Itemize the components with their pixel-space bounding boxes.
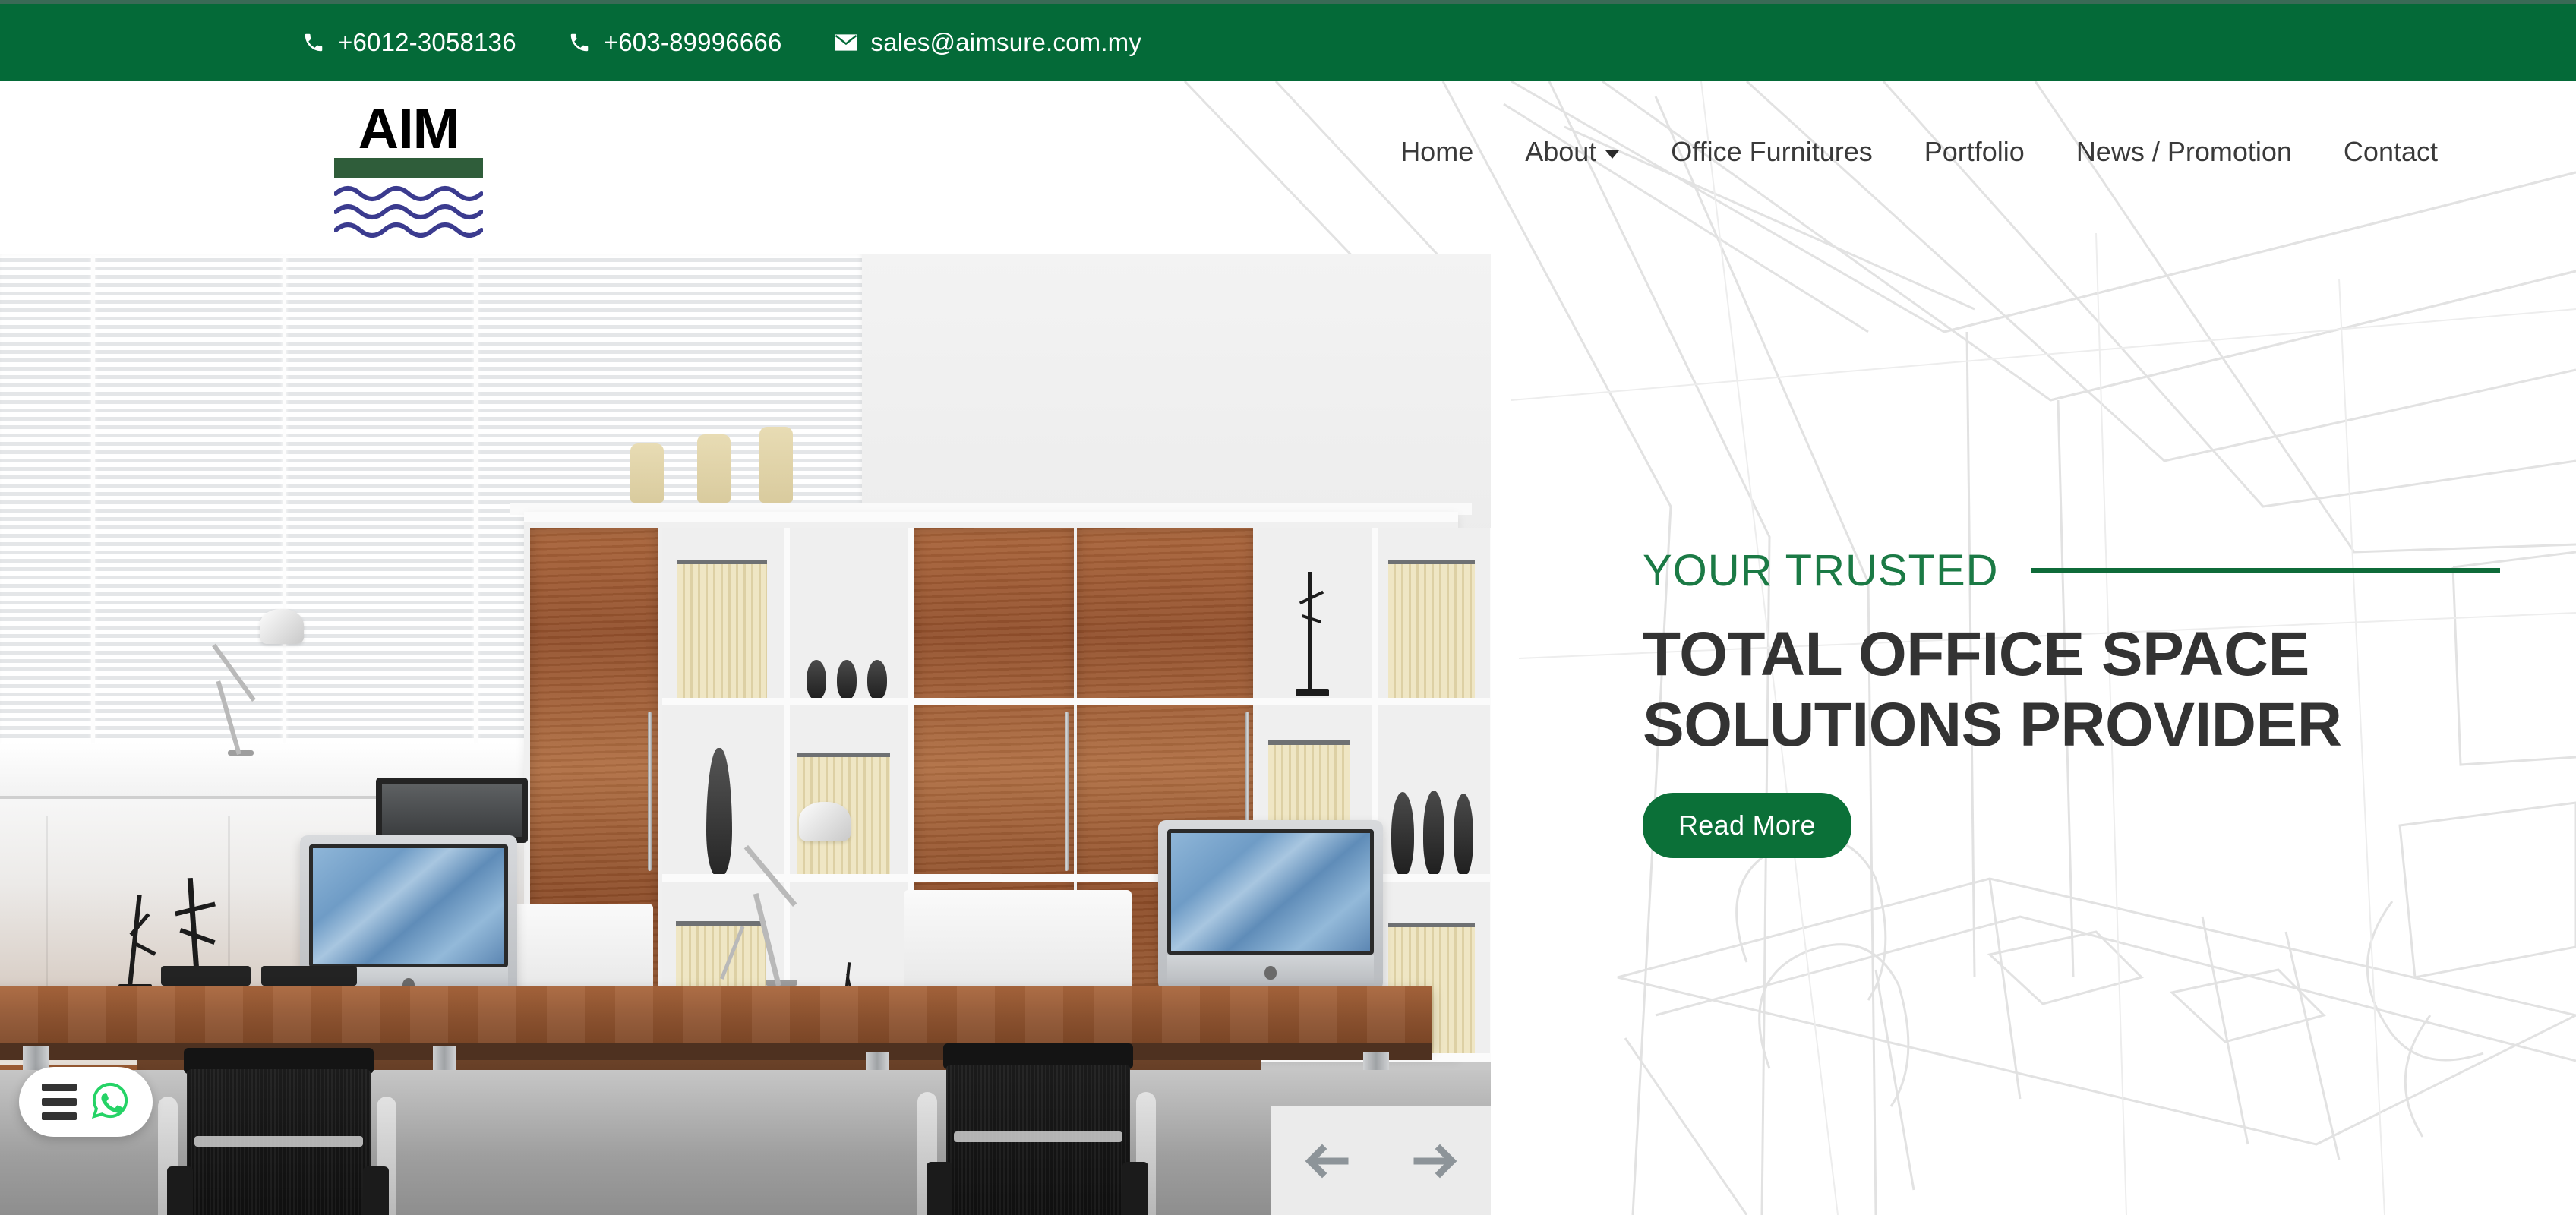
chair-arm-pad (927, 1162, 952, 1215)
logo-wave-lines (333, 183, 484, 241)
printer-device (376, 778, 528, 843)
apple-logo-icon (1264, 965, 1277, 980)
read-more-button[interactable]: Read More (1643, 792, 1852, 858)
vase-decor (1423, 791, 1444, 876)
cabinet-handle (648, 712, 652, 871)
main-navigation: Home About Office Furnitures Portfolio N… (1375, 136, 2464, 168)
vase-decor (867, 660, 887, 699)
nav-item-office-furnitures[interactable]: Office Furnitures (1645, 136, 1898, 168)
carousel-prev-button[interactable] (1302, 1143, 1350, 1179)
computer-monitor (1158, 820, 1383, 990)
lamp-base (766, 980, 797, 986)
books-row (677, 560, 767, 698)
nav-label: Home (1400, 136, 1474, 167)
nav-label: Office Furnitures (1671, 136, 1873, 167)
nav-item-news-promotion[interactable]: News / Promotion (2050, 136, 2318, 168)
open-shelf (662, 704, 784, 877)
chair-lumbar-support (194, 1136, 363, 1147)
desk-surface (0, 986, 1432, 1046)
open-shelf (1258, 528, 1373, 701)
keyboard (261, 966, 357, 986)
open-shelf (788, 528, 910, 701)
open-shelf (788, 704, 910, 877)
vase-decor (706, 748, 732, 876)
logo-green-bar (334, 157, 483, 178)
nav-label: Portfolio (1924, 136, 2025, 167)
blind-divider (474, 254, 478, 747)
carousel-next-button[interactable] (1413, 1143, 1460, 1179)
email-text: sales@aimsure.com.my (870, 28, 1142, 56)
nav-item-about[interactable]: About (1499, 136, 1645, 168)
whatsapp-icon[interactable] (90, 1081, 130, 1124)
carousel-controls (1271, 1106, 1491, 1215)
hero-headline: TOTAL OFFICE SPACE SOLUTIONS PROVIDER (1643, 619, 2500, 761)
chair-arm-pad (167, 1166, 193, 1215)
sculpture-decor (111, 881, 167, 992)
contact-phone-primary[interactable]: +6012-3058136 (302, 28, 516, 57)
books-row (1388, 560, 1475, 698)
nav-label: About (1525, 136, 1597, 167)
blind-divider (91, 254, 95, 747)
chevron-down-icon (1605, 150, 1620, 159)
phone-primary-text: +6012-3058136 (338, 28, 516, 56)
hero-headline-line2: SOLUTIONS PROVIDER (1643, 690, 2342, 760)
floating-chat-widget[interactable] (19, 1067, 153, 1137)
site-header: AIM Home About Office Furnitures Portfol… (0, 81, 2576, 254)
open-shelf (1378, 704, 1491, 877)
office-chair (881, 1043, 1200, 1215)
vase-decor (697, 434, 731, 503)
sculpture-decor (1291, 566, 1334, 696)
vase-decor (807, 660, 826, 699)
hero-slide-image (0, 254, 1491, 1215)
open-shelf (662, 528, 784, 701)
office-chair (122, 1048, 440, 1215)
hero-content: YOUR TRUSTED TOTAL OFFICE SPACE SOLUTION… (1643, 545, 2500, 858)
vase-decor (630, 443, 664, 503)
contact-email[interactable]: sales@aimsure.com.my (834, 28, 1142, 57)
hamburger-icon[interactable] (42, 1084, 77, 1120)
lamp-head (799, 802, 851, 841)
nav-item-contact[interactable]: Contact (2318, 136, 2464, 168)
hero-eyebrow-rule (2030, 568, 2500, 573)
shelf-divider (1490, 528, 1491, 1059)
vase-decor (1454, 794, 1473, 876)
monitor-screen (309, 844, 508, 968)
envelope-icon (834, 33, 858, 52)
nav-label: Contact (2343, 136, 2438, 167)
top-contact-bar: +6012-3058136 +603-89996666 sales@aimsur… (0, 0, 2576, 81)
hero-eyebrow: YOUR TRUSTED (1643, 546, 1999, 595)
office-scene (0, 254, 1491, 1215)
hero-eyebrow-row: YOUR TRUSTED (1643, 545, 2500, 596)
site-logo[interactable]: AIM (333, 97, 484, 241)
nav-label: News / Promotion (2076, 136, 2292, 167)
chair-lumbar-support (954, 1131, 1122, 1142)
blind-divider (283, 254, 286, 747)
nav-item-portfolio[interactable]: Portfolio (1899, 136, 2050, 168)
vase-decor (1391, 792, 1414, 876)
monitor-screen (1167, 829, 1374, 955)
open-shelf (1378, 528, 1491, 701)
vase-decor (837, 660, 857, 699)
keyboard (161, 966, 251, 986)
contact-phone-secondary[interactable]: +603-89996666 (568, 28, 782, 57)
chair-arm-pad (1122, 1162, 1148, 1215)
lamp-head (260, 609, 304, 644)
chair-arm-pad (363, 1166, 389, 1215)
logo-wordmark: AIM (358, 97, 460, 160)
vase-decor (759, 427, 793, 503)
phone-icon (302, 31, 325, 54)
phone-secondary-text: +603-89996666 (603, 28, 782, 56)
phone-icon (568, 31, 591, 54)
nav-item-home[interactable]: Home (1375, 136, 1499, 168)
hero-headline-line1: TOTAL OFFICE SPACE (1643, 620, 2309, 689)
cabinet-handle (1065, 712, 1069, 871)
